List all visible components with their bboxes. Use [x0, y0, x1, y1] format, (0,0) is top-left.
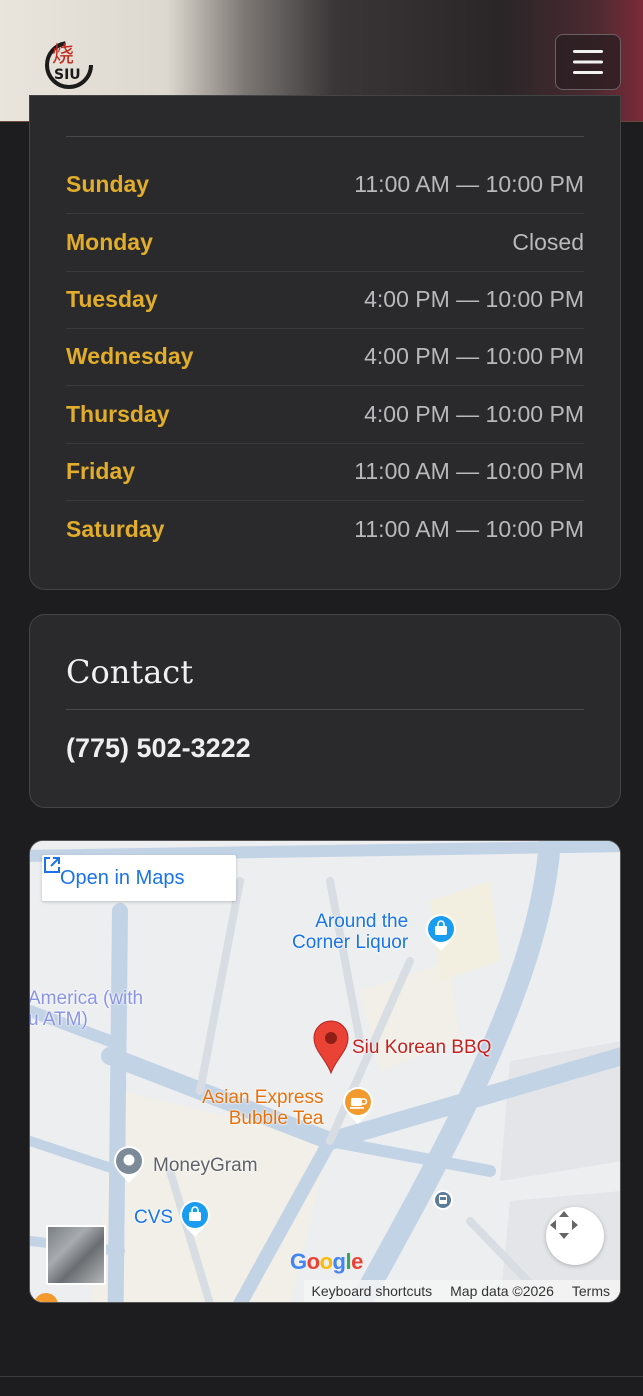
shopping-bag-icon[interactable]	[424, 913, 458, 953]
time-value: Closed	[512, 229, 584, 255]
hours-row-sunday: Sunday 11:00 AM — 10:00 PM	[66, 156, 584, 214]
day-label: Sunday	[66, 171, 150, 197]
hours-row-saturday: Saturday 11:00 AM — 10:00 PM	[66, 501, 584, 558]
hours-card: Sunday 11:00 AM — 10:00 PM Monday Closed…	[29, 95, 621, 590]
time-value: 4:00 PM — 10:00 PM	[364, 401, 584, 427]
orange-marker-icon	[34, 1293, 58, 1302]
day-label: Tuesday	[66, 286, 158, 312]
shopping-bag-icon[interactable]	[178, 1199, 212, 1239]
hours-row-tuesday: Tuesday 4:00 PM — 10:00 PM	[66, 271, 584, 329]
time-value: 11:00 AM — 10:00 PM	[354, 458, 584, 484]
menu-button[interactable]	[555, 34, 621, 90]
embedded-map[interactable]: Open in Maps Around the Corner Liquor Am…	[29, 840, 621, 1303]
map-label-liquor[interactable]: Around the Corner Liquor	[292, 911, 408, 953]
footer-divider	[0, 1376, 643, 1377]
contact-divider	[66, 709, 584, 710]
external-link-icon	[44, 857, 60, 873]
map-pin-grey-icon[interactable]	[112, 1145, 146, 1185]
keyboard-shortcuts-link[interactable]: Keyboard shortcuts	[312, 1283, 433, 1299]
siu-logo[interactable]: 烧 SIU	[40, 36, 94, 90]
map-attribution-bar: Keyboard shortcuts Map data ©2026 Terms	[303, 1280, 620, 1302]
day-label: Monday	[66, 229, 153, 255]
hamburger-icon	[573, 50, 603, 74]
open-in-maps-button[interactable]: Open in Maps	[42, 855, 236, 901]
open-in-maps-label: Open in Maps	[60, 866, 185, 889]
day-label: Wednesday	[66, 343, 194, 369]
red-map-pin-icon[interactable]	[312, 1019, 350, 1075]
day-label: Friday	[66, 458, 136, 484]
cafe-icon[interactable]	[341, 1086, 375, 1126]
hours-row-friday: Friday 11:00 AM — 10:00 PM	[66, 443, 584, 501]
logo-text: SIU	[54, 67, 81, 83]
contact-card: Contact (775) 502-3222	[29, 614, 621, 808]
time-value: 4:00 PM — 10:00 PM	[364, 343, 584, 369]
hours-row-monday: Monday Closed	[66, 214, 584, 272]
contact-title: Contact	[66, 653, 194, 691]
map-label-bank[interactable]: America (with u ATM)	[30, 988, 143, 1030]
map-label-cvs[interactable]: CVS	[134, 1207, 173, 1228]
move-arrows-icon	[550, 1211, 578, 1239]
hours-row-thursday: Thursday 4:00 PM — 10:00 PM	[66, 386, 584, 444]
hours-row-wednesday: Wednesday 4:00 PM — 10:00 PM	[66, 328, 584, 386]
google-logo: Google	[290, 1249, 363, 1274]
day-label: Saturday	[66, 516, 165, 542]
map-label-moneygram[interactable]: MoneyGram	[153, 1155, 258, 1176]
hours-divider	[66, 136, 584, 137]
logo-glyph: 烧	[52, 43, 74, 68]
satellite-toggle[interactable]	[46, 1225, 106, 1285]
map-label-restaurant[interactable]: Siu Korean BBQ	[352, 1037, 491, 1058]
day-label: Thursday	[66, 401, 170, 427]
phone-link[interactable]: (775) 502-3222	[66, 733, 251, 764]
map-label-bubble-tea[interactable]: Asian Express Bubble Tea	[202, 1087, 323, 1129]
time-value: 11:00 AM — 10:00 PM	[354, 516, 584, 542]
bus-stop-icon[interactable]	[432, 1189, 454, 1211]
map-data-label: Map data ©2026	[450, 1283, 554, 1299]
time-value: 11:00 AM — 10:00 PM	[354, 171, 584, 197]
camera-control-button[interactable]	[546, 1207, 604, 1265]
time-value: 4:00 PM — 10:00 PM	[364, 286, 584, 312]
terms-link[interactable]: Terms	[572, 1283, 610, 1299]
